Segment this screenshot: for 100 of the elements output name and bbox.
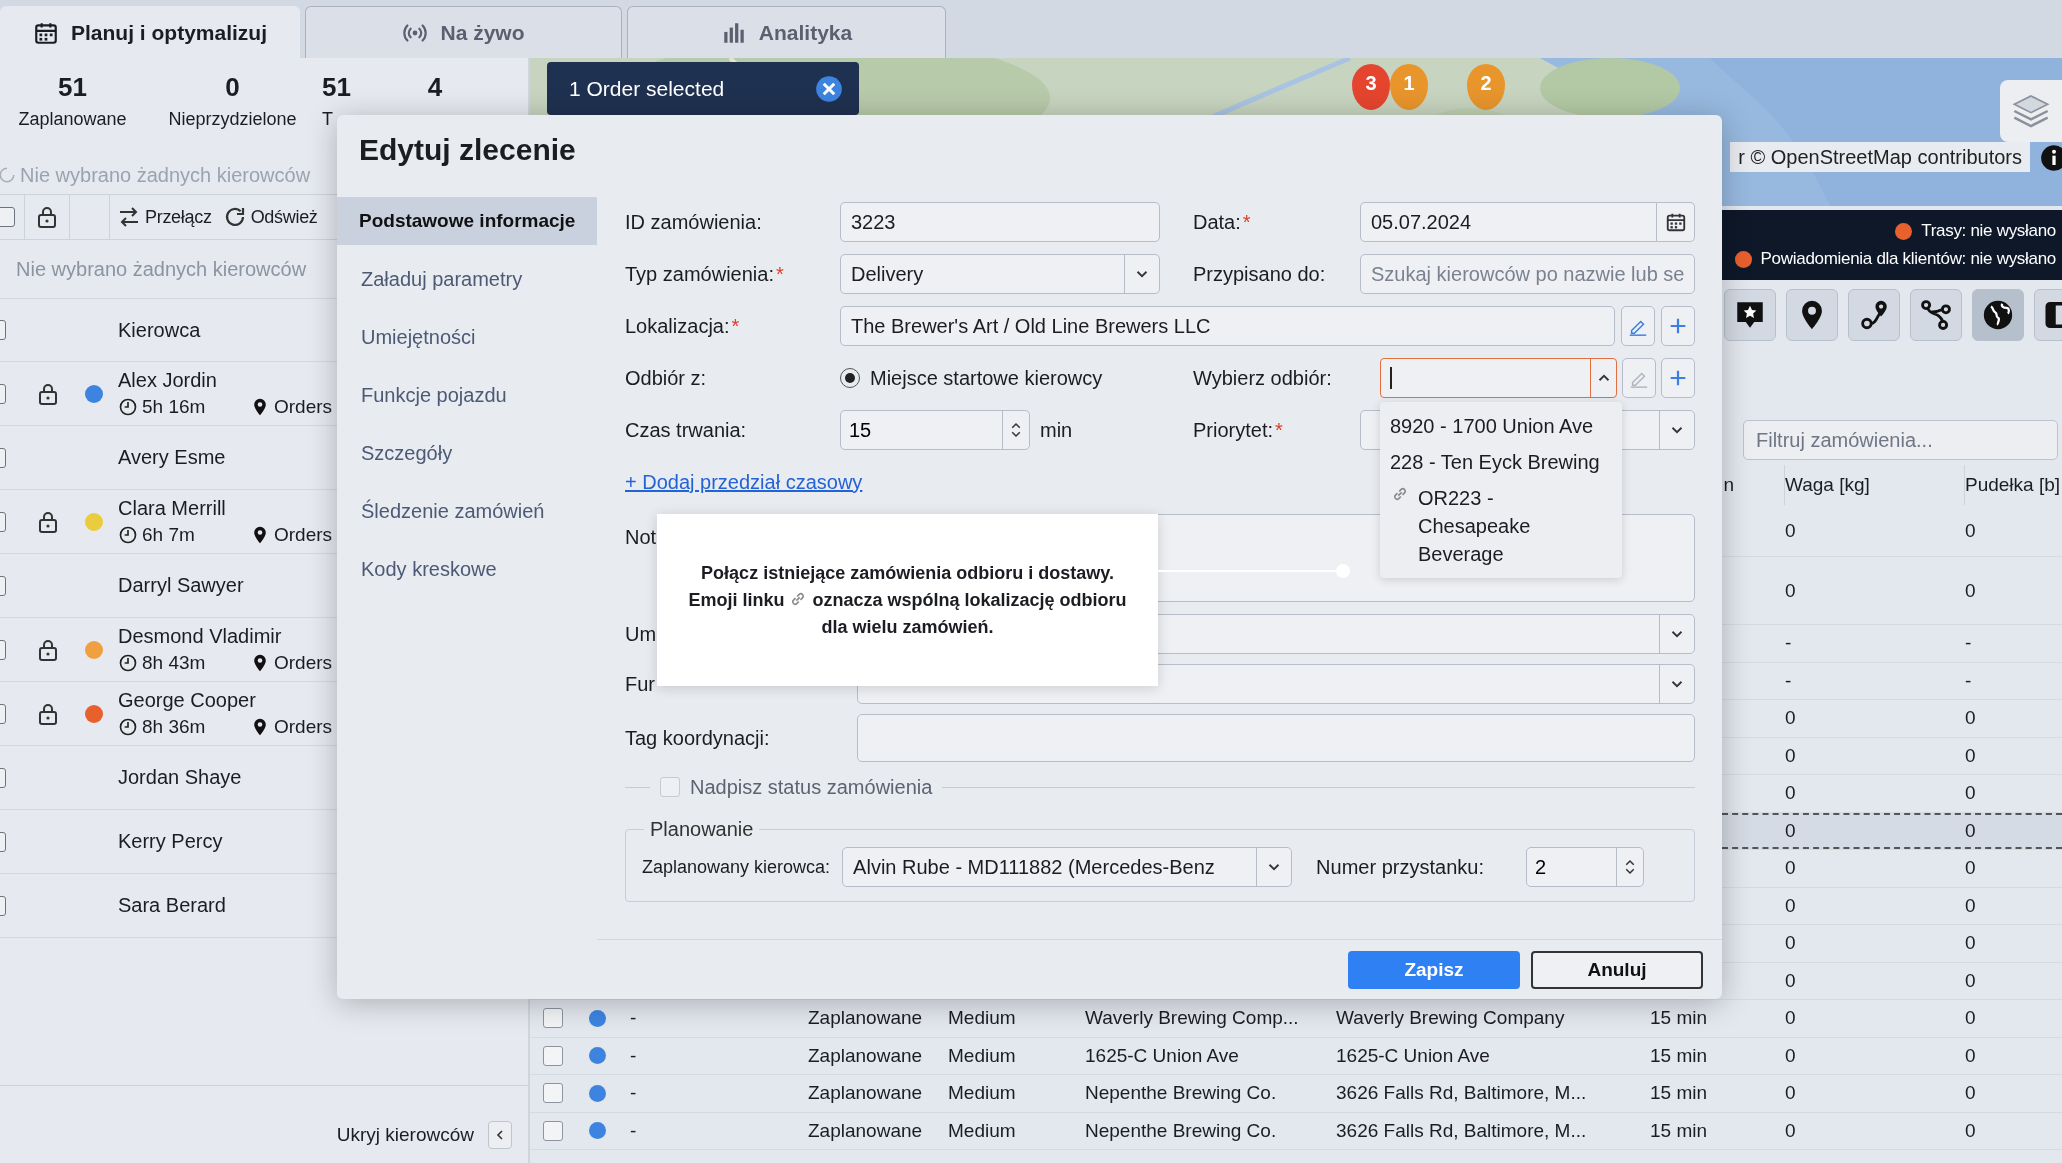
- add-button[interactable]: [1661, 306, 1695, 346]
- table-cell: Medium: [948, 1007, 1016, 1030]
- stop-number-field[interactable]: 2: [1526, 855, 1616, 879]
- checkbox[interactable]: [542, 1120, 563, 1141]
- required-mark: *: [1275, 418, 1283, 442]
- table-row[interactable]: 0 0: [1722, 962, 2062, 999]
- table-cell: 0: [1965, 744, 1976, 767]
- duration-spinbox[interactable]: 15: [840, 410, 1030, 450]
- orders-link[interactable]: Orders: [274, 524, 333, 546]
- dropdown-option[interactable]: 228 - Ten Eyck Brewing: [1380, 444, 1622, 480]
- table-cell: 0: [1965, 1044, 1976, 1067]
- edit-button[interactable]: [1621, 306, 1655, 346]
- table-row[interactable]: 0 0: [1722, 812, 2062, 849]
- nav-item[interactable]: Kody kreskowe: [337, 545, 597, 593]
- table-cell: 0: [1785, 857, 1796, 880]
- table-cell: Zaplanowane: [808, 1119, 923, 1142]
- table-row[interactable]: 0 0: [1722, 700, 2062, 737]
- nav-item[interactable]: Podstawowe informacje: [337, 197, 597, 245]
- table-row[interactable]: 0 0: [1722, 850, 2062, 887]
- table-row[interactable]: - -: [1722, 625, 2062, 662]
- table-row[interactable]: - -: [1722, 662, 2062, 699]
- column-header: Pudełka [b]: [1965, 474, 2061, 496]
- table-row[interactable]: - Zaplanowane Medium Nepenthe Brewing Co. 3626 Falls Rd, Baltimore, M... 15 min 0 0: [530, 1112, 2062, 1150]
- table-cell: -: [630, 1119, 637, 1142]
- table-cell: 0: [1785, 894, 1796, 917]
- clock-icon: [118, 397, 138, 417]
- column-header: Waga [kg]: [1785, 474, 1870, 496]
- orders-link[interactable]: Orders: [274, 716, 333, 738]
- route-duration: 8h 43m: [142, 652, 206, 674]
- orders-link[interactable]: Orders: [274, 396, 333, 418]
- nav-item[interactable]: Szczegóły: [337, 429, 597, 477]
- checkbox[interactable]: [542, 1008, 563, 1029]
- table-row[interactable]: 0 0: [1722, 505, 2062, 556]
- refresh-button[interactable]: Odśwież: [215, 205, 318, 229]
- tooltip-text: oznacza wspólną lokalizację odbioru dla wielu zamówień.: [812, 589, 1127, 637]
- nav-item[interactable]: Umiejętności: [337, 313, 597, 361]
- driver-name: Avery Esme: [118, 446, 226, 469]
- table-row[interactable]: - Zaplanowane Medium 1625-C Union Ave 1625-C Union Ave 15 min 0 0: [530, 1037, 2062, 1075]
- table-cell: 0: [1785, 1119, 1796, 1142]
- add-time-window-link[interactable]: + Dodaj przedział czasowy: [625, 462, 863, 502]
- field-label: Fur: [625, 672, 655, 696]
- field-label: Wybierz odbiór:: [1193, 366, 1332, 390]
- checkbox[interactable]: [542, 1083, 563, 1104]
- nav-item[interactable]: Funkcje pojazdu: [337, 371, 597, 419]
- duration-field[interactable]: 15: [841, 418, 1002, 442]
- stop-number-spinbox[interactable]: 2: [1525, 847, 1644, 887]
- coordination-tag-field[interactable]: [857, 714, 1695, 762]
- checkbox[interactable]: [542, 1045, 563, 1066]
- swap-button[interactable]: Przełącz: [110, 205, 212, 229]
- order-id-field[interactable]: 3223: [840, 202, 1160, 242]
- lock-icon[interactable]: [35, 205, 59, 229]
- map-tool-button[interactable]: [1724, 289, 1776, 341]
- nav-item[interactable]: Załaduj parametry: [337, 255, 597, 303]
- order-type-select[interactable]: Delivery: [840, 254, 1160, 294]
- table-cell: Zaplanowane: [808, 1044, 923, 1067]
- table-row[interactable]: 0 0: [1722, 925, 2062, 962]
- stat-label: Nieprzydzielone: [168, 109, 297, 130]
- dropdown-option[interactable]: 8920 - 1700 Union Ave: [1380, 408, 1622, 444]
- tab[interactable]: Analityka: [627, 6, 946, 58]
- clock-icon: [118, 653, 138, 673]
- save-button[interactable]: Zapisz: [1348, 950, 1520, 989]
- location-field[interactable]: The Brewer's Art / Old Line Brewers LLC: [840, 306, 1615, 346]
- checkbox[interactable]: [0, 207, 15, 227]
- table-row[interactable]: 0 0: [1722, 775, 2062, 812]
- dropdown-option[interactable]: OR223 - Chesapeake Beverage: [1380, 480, 1622, 572]
- table-cell: -: [1785, 669, 1792, 692]
- close-icon[interactable]: [815, 74, 843, 103]
- table-cell: 0: [1965, 1007, 1976, 1030]
- collapse-button[interactable]: [488, 1120, 512, 1149]
- orders-link[interactable]: Orders: [274, 652, 333, 674]
- table-row[interactable]: - Zaplanowane Medium Nepenthe Brewing Co. 3626 Falls Rd, Baltimore, M... 15 min 0 0: [530, 1075, 2062, 1113]
- filter-field[interactable]: Filtruj zamówienia...: [1743, 420, 2058, 460]
- table-row[interactable]: 0 0: [1722, 887, 2062, 924]
- map-tool-button[interactable]: [1786, 289, 1838, 341]
- cancel-button[interactable]: Anuluj: [1531, 950, 1703, 989]
- driver-select[interactable]: Alvin Rube - MD111882 (Mercedes-Benz: [842, 847, 1293, 887]
- calendar-button[interactable]: [1657, 202, 1695, 242]
- table-cell: 3626 Falls Rd, Baltimore, M...: [1336, 1119, 1587, 1142]
- table-row[interactable]: 0 0: [1722, 557, 2062, 624]
- map-tool-button[interactable]: [1848, 289, 1900, 341]
- add-button[interactable]: [1661, 358, 1695, 398]
- driver-name: Darryl Sawyer: [118, 574, 244, 597]
- table-cell: Zaplanowane: [808, 1082, 923, 1105]
- table-row[interactable]: - Zaplanowane Medium Waverly Brewing Comp... Waverly Brewing Company 15 min 0 0: [530, 1000, 2062, 1038]
- status-text: Nie wybrano żadnych kierowców: [20, 163, 311, 187]
- table-cell: 0: [1965, 519, 1976, 542]
- nav-item[interactable]: Śledzenie zamówień: [337, 487, 597, 535]
- info-icon[interactable]: [2040, 144, 2062, 172]
- map-tool-button[interactable]: [1972, 289, 2024, 341]
- tab[interactable]: Na żywo: [305, 6, 622, 58]
- table-cell: 1625-C Union Ave: [1336, 1044, 1490, 1067]
- table-row[interactable]: 0 0: [1722, 737, 2062, 774]
- driver-name: Kerry Percy: [118, 830, 223, 853]
- table-cell: 0: [1965, 932, 1976, 955]
- driver-search-field[interactable]: Szukaj kierowców po nazwie lub se: [1360, 254, 1695, 294]
- date-field[interactable]: 05.07.2024: [1360, 202, 1657, 242]
- field-label: Typ zamówienia:: [625, 262, 774, 286]
- map-tool-button[interactable]: [1910, 289, 1962, 341]
- checkbox[interactable]: [660, 777, 680, 797]
- tab[interactable]: Planuj i optymalizuj: [0, 6, 300, 58]
